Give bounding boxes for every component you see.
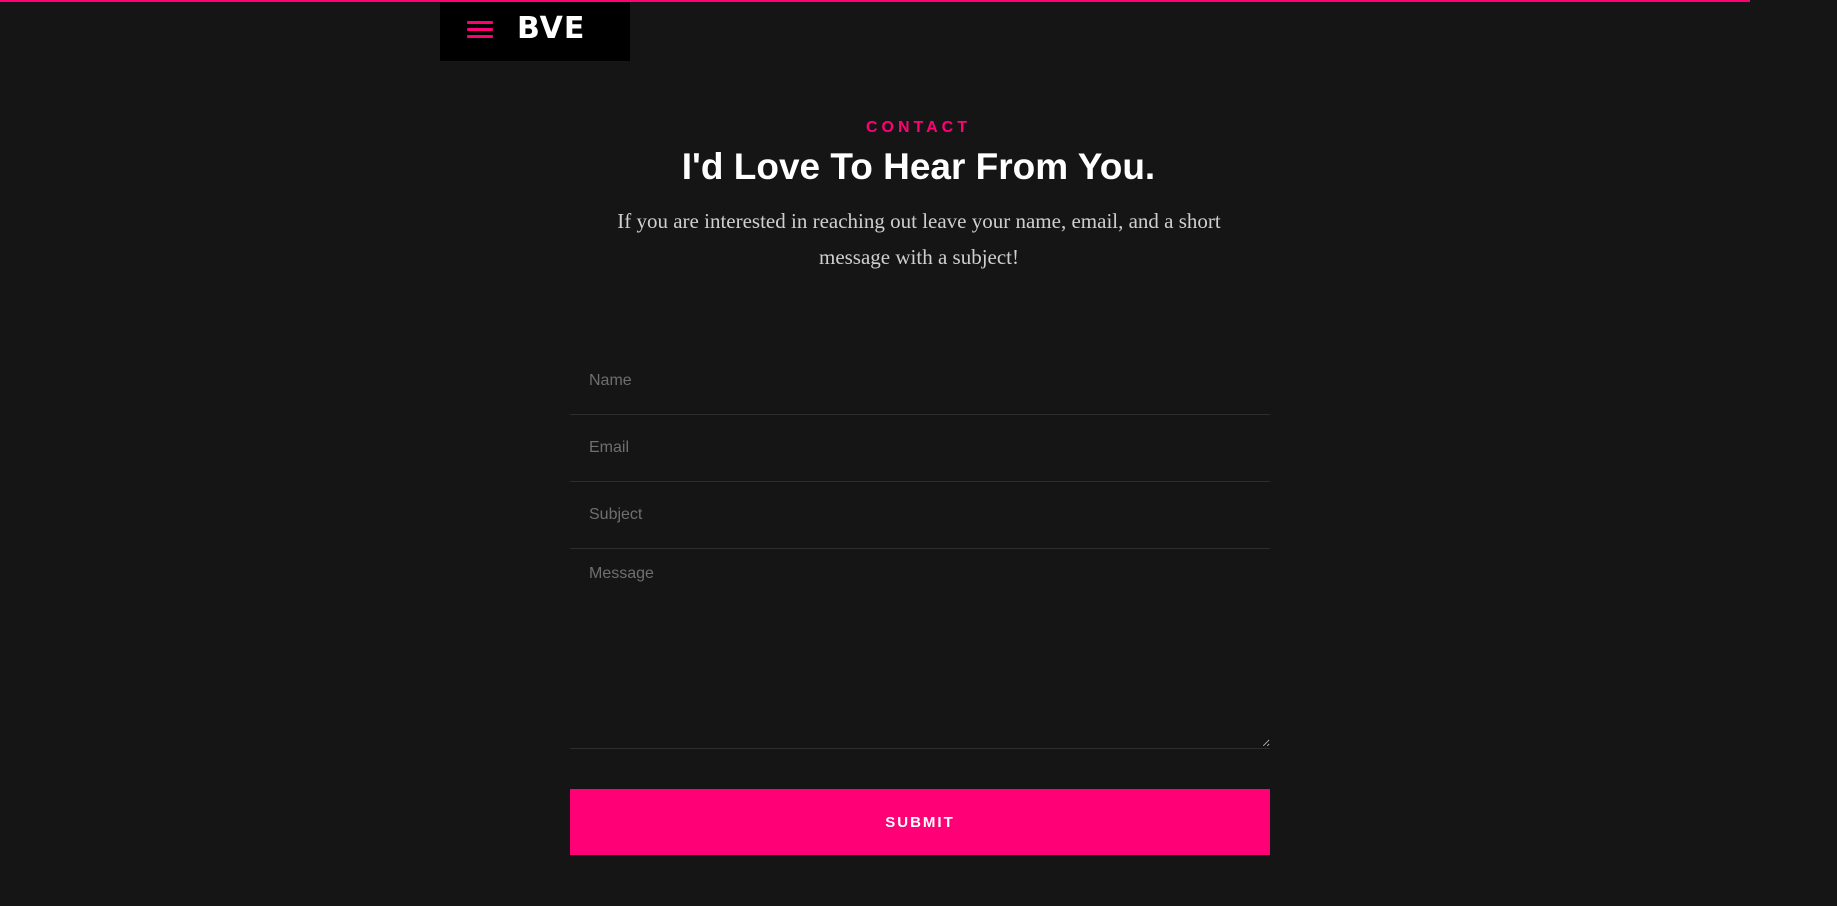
message-textarea[interactable]	[570, 549, 1270, 747]
page-title: I'd Love To Hear From You.	[681, 146, 1156, 187]
hamburger-line	[467, 21, 493, 24]
site-header: BVE	[440, 2, 630, 61]
email-input[interactable]	[570, 415, 1270, 480]
name-field-wrapper	[570, 348, 1270, 415]
top-accent-line	[0, 0, 1750, 2]
email-field-wrapper	[570, 415, 1270, 482]
section-kicker: CONTACT	[865, 119, 972, 136]
name-input[interactable]	[570, 348, 1270, 413]
message-field-wrapper	[570, 549, 1270, 749]
hamburger-icon[interactable]	[467, 18, 493, 40]
hamburger-line	[467, 28, 493, 31]
submit-button[interactable]: SUBMIT	[570, 789, 1270, 855]
intro-text: If you are interested in reaching out le…	[617, 209, 1221, 269]
hamburger-line	[467, 35, 493, 38]
site-logo[interactable]: BVE	[517, 12, 585, 46]
subject-field-wrapper	[570, 482, 1270, 549]
subject-input[interactable]	[570, 482, 1270, 547]
contact-form	[570, 348, 1270, 749]
